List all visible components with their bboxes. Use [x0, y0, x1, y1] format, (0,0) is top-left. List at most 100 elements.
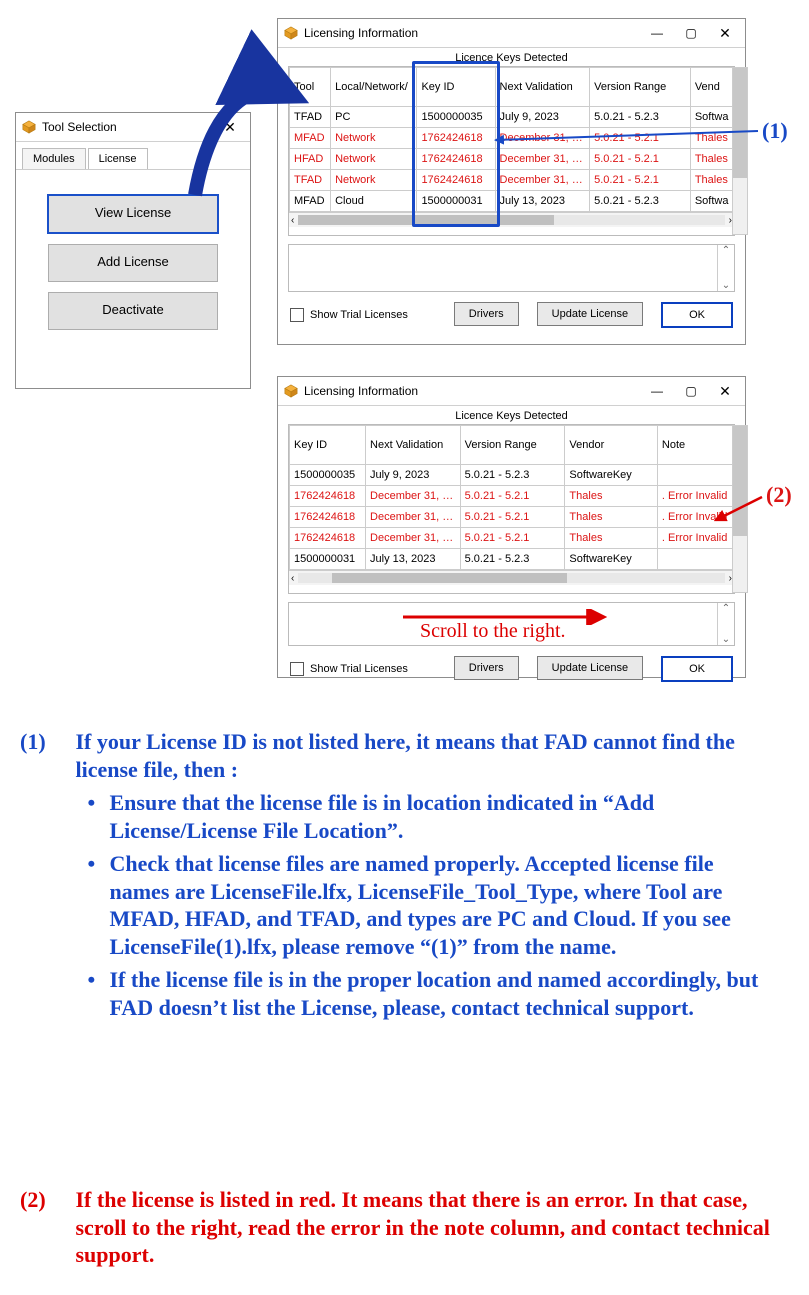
- cell-vendor: Softwa: [690, 191, 733, 212]
- cell-next: December 31, 20...: [366, 486, 461, 507]
- table-row[interactable]: MFADCloud1500000031July 13, 20235.0.21 -…: [290, 191, 734, 212]
- col-local[interactable]: Local/Network/: [331, 68, 417, 107]
- table-heading: Licence Keys Detected: [278, 406, 745, 424]
- cell-next: December 31, 20...: [495, 128, 590, 149]
- show-trial-checkbox[interactable]: Show Trial Licenses: [290, 308, 408, 322]
- table-row[interactable]: MFADNetwork1762424618December 31, 20...5…: [290, 128, 734, 149]
- col-keyid[interactable]: Key ID: [290, 426, 366, 465]
- callout-2-label: (2): [766, 482, 792, 508]
- close-button[interactable]: ✕: [709, 22, 741, 44]
- maximize-button[interactable]: ▢: [675, 22, 707, 44]
- cell-local: Cloud: [331, 191, 417, 212]
- cell-keyid: 1500000031: [417, 191, 495, 212]
- cell-tool: MFAD: [290, 191, 331, 212]
- cell-note: . Error Invalid: [657, 486, 733, 507]
- cell-keyid: 1762424618: [290, 486, 366, 507]
- col-tool[interactable]: Tool: [290, 68, 331, 107]
- col-version[interactable]: Version Range: [590, 68, 691, 107]
- horizontal-scrollbar[interactable]: ‹›: [289, 212, 734, 227]
- textbox-scrollbar[interactable]: ⌃⌄: [717, 245, 734, 291]
- cell-next: December 31, 20...: [495, 170, 590, 191]
- ok-button[interactable]: OK: [661, 302, 733, 328]
- table-row[interactable]: 1762424618December 31, 20...5.0.21 - 5.2…: [290, 507, 734, 528]
- tab-license[interactable]: License: [88, 148, 148, 169]
- cube-icon: [284, 384, 298, 398]
- cell-local: Network: [331, 128, 417, 149]
- drivers-button[interactable]: Drivers: [454, 302, 519, 326]
- table-row[interactable]: 1762424618December 31, 20...5.0.21 - 5.2…: [290, 528, 734, 549]
- tool-selection-titlebar: Tool Selection ✕: [16, 113, 250, 142]
- col-version[interactable]: Version Range: [460, 426, 565, 465]
- cell-keyid: 1762424618: [417, 128, 495, 149]
- cell-version: 5.0.21 - 5.2.1: [590, 170, 691, 191]
- cell-tool: TFAD: [290, 170, 331, 191]
- licensing-title: Licensing Information: [304, 384, 418, 398]
- tab-modules[interactable]: Modules: [22, 148, 86, 169]
- col-note[interactable]: Note: [657, 426, 733, 465]
- deactivate-button[interactable]: Deactivate: [48, 292, 218, 330]
- table-row[interactable]: 1500000035July 9, 20235.0.21 - 5.2.3Soft…: [290, 465, 734, 486]
- table-row[interactable]: TFADNetwork1762424618December 31, 20...5…: [290, 170, 734, 191]
- cell-version: 5.0.21 - 5.2.1: [460, 486, 565, 507]
- cell-version: 5.0.21 - 5.2.1: [460, 528, 565, 549]
- col-next[interactable]: Next Validation: [366, 426, 461, 465]
- col-vendor[interactable]: Vend: [690, 68, 733, 107]
- instruction-2-num: (2): [20, 1186, 70, 1214]
- license-table-1: Tool Local/Network/ Key ID Next Validati…: [289, 67, 734, 212]
- minimize-button[interactable]: —: [641, 22, 673, 44]
- view-license-button[interactable]: View License: [47, 194, 219, 234]
- ok-button[interactable]: OK: [661, 656, 733, 682]
- cell-note: [657, 549, 733, 570]
- instruction-1: (1) If your License ID is not listed her…: [20, 728, 780, 1027]
- licensing-titlebar-2: Licensing Information — ▢ ✕: [278, 377, 745, 406]
- cell-keyid: 1762424618: [290, 528, 366, 549]
- cell-note: . Error Invalid: [657, 528, 733, 549]
- update-license-button[interactable]: Update License: [537, 656, 643, 680]
- drivers-button[interactable]: Drivers: [454, 656, 519, 680]
- tool-selection-window: Tool Selection ✕ Modules License View Li…: [15, 112, 251, 389]
- instruction-1-num: (1): [20, 728, 70, 756]
- table-row[interactable]: TFADPC1500000035July 9, 20235.0.21 - 5.2…: [290, 107, 734, 128]
- show-trial-label: Show Trial Licenses: [310, 663, 408, 675]
- cell-note: . Error Invalid: [657, 507, 733, 528]
- instruction-bullet: Check that license files are named prope…: [110, 850, 776, 960]
- cell-vendor: SoftwareKey: [565, 549, 658, 570]
- cube-icon: [284, 26, 298, 40]
- minimize-button[interactable]: —: [641, 380, 673, 402]
- licensing-window-1: Licensing Information — ▢ ✕ Licence Keys…: [277, 18, 746, 345]
- vertical-scrollbar[interactable]: [732, 425, 748, 593]
- col-next[interactable]: Next Validation: [495, 68, 590, 107]
- instruction-2-lead: If the license is listed in red. It mean…: [76, 1187, 770, 1267]
- show-trial-checkbox[interactable]: Show Trial Licenses: [290, 662, 408, 676]
- cell-vendor: Softwa: [690, 107, 733, 128]
- message-textbox: ⌃⌄: [288, 244, 735, 292]
- maximize-button[interactable]: ▢: [675, 380, 707, 402]
- cell-local: Network: [331, 170, 417, 191]
- col-vendor[interactable]: Vendor: [565, 426, 658, 465]
- license-table-2: Key ID Next Validation Version Range Ven…: [289, 425, 734, 570]
- close-button[interactable]: ✕: [214, 116, 246, 138]
- cell-next: July 9, 2023: [495, 107, 590, 128]
- col-keyid[interactable]: Key ID: [417, 68, 495, 107]
- table-row[interactable]: 1500000031July 13, 20235.0.21 - 5.2.3Sof…: [290, 549, 734, 570]
- cell-vendor: Thales: [565, 507, 658, 528]
- textbox-scrollbar[interactable]: ⌃⌄: [717, 603, 734, 645]
- instruction-1-lead: If your License ID is not listed here, i…: [76, 729, 735, 782]
- cell-tool: HFAD: [290, 149, 331, 170]
- instruction-bullet: Ensure that the license file is in locat…: [110, 789, 776, 844]
- cell-next: December 31, 20...: [366, 507, 461, 528]
- cell-next: July 13, 2023: [366, 549, 461, 570]
- cell-tool: MFAD: [290, 128, 331, 149]
- vertical-scrollbar[interactable]: [732, 67, 748, 235]
- close-button[interactable]: ✕: [709, 380, 741, 402]
- table-row[interactable]: 1762424618December 31, 20...5.0.21 - 5.2…: [290, 486, 734, 507]
- cell-vendor: Thales: [690, 149, 733, 170]
- cell-next: July 9, 2023: [366, 465, 461, 486]
- table-row[interactable]: HFADNetwork1762424618December 31, 20...5…: [290, 149, 734, 170]
- tool-selection-title: Tool Selection: [42, 120, 117, 134]
- licensing-title: Licensing Information: [304, 26, 418, 40]
- cell-keyid: 1500000035: [417, 107, 495, 128]
- add-license-button[interactable]: Add License: [48, 244, 218, 282]
- horizontal-scrollbar[interactable]: ‹›: [289, 570, 734, 585]
- update-license-button[interactable]: Update License: [537, 302, 643, 326]
